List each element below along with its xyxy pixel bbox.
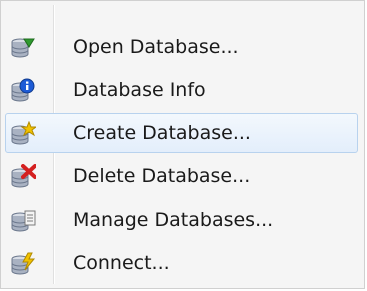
delete-database-icon — [10, 164, 37, 190]
database-context-menu: Open Database... Database Info Create Da… — [0, 0, 365, 289]
menu-item-connect[interactable]: Connect... — [5, 243, 358, 283]
menu-item-label: Open Database... — [73, 36, 239, 58]
menu-item-open-database[interactable]: Open Database... — [5, 27, 358, 67]
manage-databases-icon — [10, 208, 36, 234]
connect-icon — [10, 251, 36, 277]
menu-item-create-database[interactable]: Create Database... — [5, 113, 358, 153]
menu-item-label: Database Info — [73, 79, 206, 101]
menu-item-label: Manage Databases... — [73, 209, 274, 231]
menu-item-label: Connect... — [73, 252, 170, 274]
menu-item-manage-databases[interactable]: Manage Databases... — [5, 200, 358, 240]
create-database-icon — [10, 120, 38, 147]
menu-item-database-info[interactable]: Database Info — [5, 70, 358, 110]
open-database-icon — [10, 35, 36, 61]
menu-item-delete-database[interactable]: Delete Database... — [5, 156, 358, 196]
database-info-icon — [10, 78, 36, 104]
menu-item-label: Create Database... — [73, 122, 251, 144]
menu-item-label: Delete Database... — [73, 165, 251, 187]
